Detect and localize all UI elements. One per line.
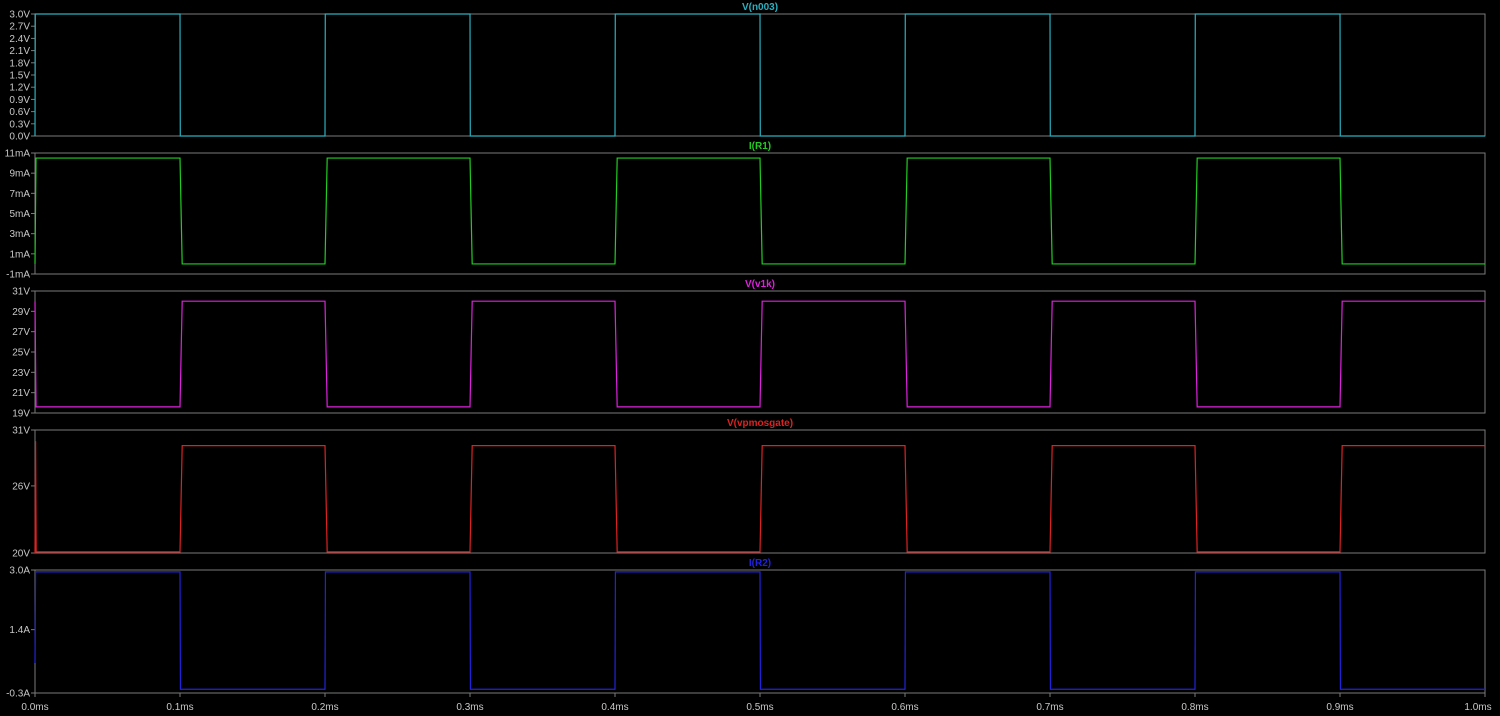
x-tick-label: 0.3ms — [456, 702, 483, 713]
x-tick-label: 0.9ms — [1326, 702, 1353, 713]
y-tick-label: 1.4A — [9, 625, 30, 636]
x-tick-label: 0.4ms — [601, 702, 628, 713]
y-tick-label: 0.0V — [9, 132, 30, 143]
y-tick-label: 2.1V — [9, 46, 30, 57]
y-tick-label: 25V — [12, 348, 30, 359]
y-tick-label: 3mA — [9, 229, 30, 240]
y-tick-label: 23V — [12, 368, 30, 379]
y-tick-label: 27V — [12, 327, 30, 338]
x-tick-label: 0.7ms — [1036, 702, 1063, 713]
trace-title[interactable]: I(R2) — [749, 558, 771, 569]
x-tick-label: 0.5ms — [746, 702, 773, 713]
y-tick-label: 0.6V — [9, 107, 30, 118]
y-tick-label: 1.8V — [9, 58, 30, 69]
y-tick-label: -1mA — [6, 270, 30, 281]
y-tick-label: 3.0A — [9, 566, 30, 577]
y-tick-label: 26V — [12, 481, 30, 492]
y-tick-label: -0.3A — [6, 689, 30, 700]
x-tick-label: 0.6ms — [891, 702, 918, 713]
y-tick-label: 19V — [12, 409, 30, 420]
y-tick-label: 31V — [12, 426, 30, 437]
y-tick-label: 1.5V — [9, 71, 30, 82]
waveform-viewer: V(n003)0.0V0.3V0.6V0.9V1.2V1.5V1.8V2.1V2… — [0, 0, 1500, 716]
y-tick-label: 29V — [12, 307, 30, 318]
y-tick-label: 0.9V — [9, 95, 30, 106]
y-tick-label: 9mA — [9, 169, 30, 180]
y-tick-label: 31V — [12, 287, 30, 298]
y-tick-label: 1mA — [9, 249, 30, 260]
x-tick-label: 0.0ms — [21, 702, 48, 713]
y-tick-label: 1.2V — [9, 83, 30, 94]
y-tick-label: 20V — [12, 549, 30, 560]
x-tick-label: 0.1ms — [166, 702, 193, 713]
y-tick-label: 0.3V — [9, 119, 30, 130]
trace-title[interactable]: V(v1k) — [745, 279, 775, 290]
trace-title[interactable]: I(R1) — [749, 141, 771, 152]
y-tick-label: 2.4V — [9, 34, 30, 45]
y-tick-label: 21V — [12, 388, 30, 399]
x-tick-label: 1.0ms — [1464, 702, 1491, 713]
trace-title[interactable]: V(vpmosgate) — [727, 418, 793, 429]
y-tick-label: 5mA — [9, 209, 30, 220]
y-tick-label: 3.0V — [9, 10, 30, 21]
trace-title[interactable]: V(n003) — [742, 2, 778, 13]
y-tick-label: 7mA — [9, 189, 30, 200]
plot-background — [0, 0, 1500, 716]
y-tick-label: 11mA — [5, 149, 31, 160]
x-tick-label: 0.2ms — [311, 702, 338, 713]
y-tick-label: 2.7V — [9, 22, 30, 33]
x-tick-label: 0.8ms — [1181, 702, 1208, 713]
